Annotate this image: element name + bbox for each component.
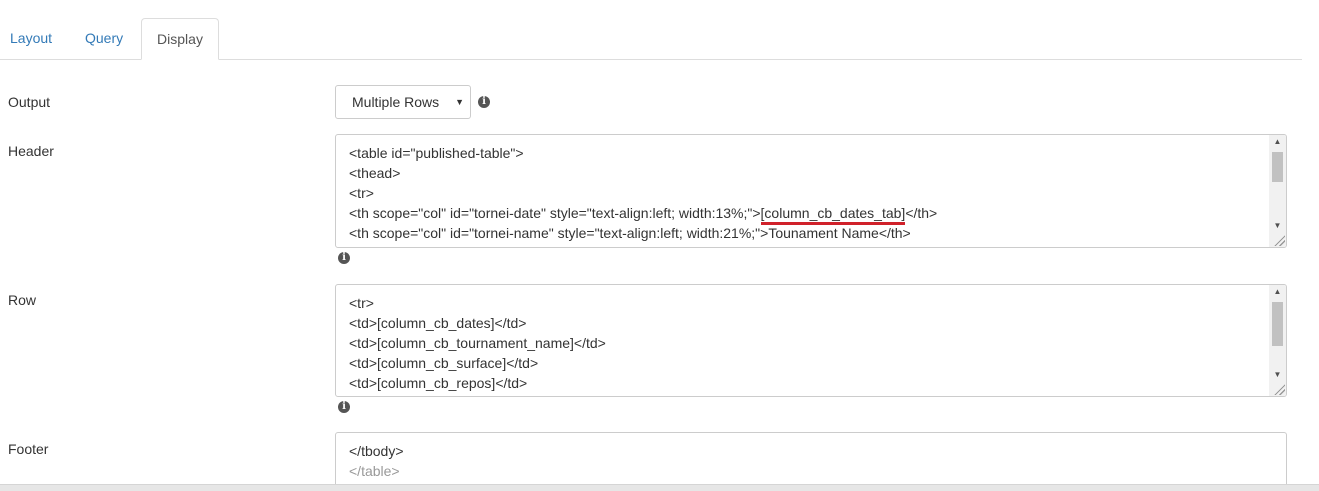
scroll-down-arrow-icon[interactable]: ▼ (1269, 368, 1286, 382)
header-line: <tr> (349, 185, 374, 201)
output-selected-value: Multiple Rows (352, 94, 440, 110)
header-label: Header (8, 143, 54, 159)
header-line: <th scope="col" id="tornei-name" style="… (349, 225, 911, 241)
row-line: <td>[column_cb_repos]</td> (349, 375, 528, 391)
resize-grip-icon[interactable] (1273, 234, 1285, 246)
header-scrollbar[interactable]: ▲ ▼ (1269, 135, 1286, 247)
header-code: <table id="published-table"> <thead> <tr… (349, 143, 1266, 243)
scroll-thumb[interactable] (1272, 152, 1283, 182)
row-code: <tr> <td>[column_cb_dates]</td> <td>[col… (349, 293, 1266, 393)
footer-label: Footer (8, 441, 49, 457)
chevron-down-icon: ▼ (455, 97, 464, 107)
header-textarea[interactable]: <table id="published-table"> <thead> <tr… (335, 134, 1287, 248)
row-line: <tr> (349, 295, 374, 311)
display-settings-page: Layout Query Display Output Multiple Row… (0, 0, 1319, 491)
output-select[interactable]: Multiple Rows ▼ (335, 85, 471, 119)
footer-code: </tbody> </table> (349, 441, 1266, 481)
footer-line: </table> (349, 463, 400, 479)
header-line-suffix: </th> (905, 205, 938, 221)
row-scrollbar[interactable]: ▲ ▼ (1269, 285, 1286, 396)
resize-grip-icon[interactable] (1273, 383, 1285, 395)
header-line: <thead> (349, 165, 401, 181)
scroll-up-arrow-icon[interactable]: ▲ (1269, 135, 1286, 149)
tab-query[interactable]: Query (75, 18, 133, 59)
row-line: <td>[column_cb_dates]</td> (349, 315, 527, 331)
row-textarea[interactable]: <tr> <td>[column_cb_dates]</td> <td>[col… (335, 284, 1287, 397)
scroll-up-arrow-icon[interactable]: ▲ (1269, 285, 1286, 299)
tab-bar: Layout Query Display (0, 0, 1302, 60)
header-line: <table id="published-table"> (349, 145, 524, 161)
info-circle-icon[interactable]: i (478, 96, 490, 108)
bottom-toolbar (0, 484, 1319, 491)
scroll-down-arrow-icon[interactable]: ▼ (1269, 219, 1286, 233)
tab-display[interactable]: Display (141, 18, 219, 60)
highlighted-shortcode: [column_cb_dates_tab] (760, 205, 906, 225)
row-line: <td>[column_cb_tournament_name]</td> (349, 335, 606, 351)
tab-layout[interactable]: Layout (0, 18, 62, 59)
footer-line: </tbody> (349, 443, 404, 459)
row-label: Row (8, 292, 37, 308)
row-line: <td>[column_cb_surface]</td> (349, 355, 539, 371)
header-line: <th scope="col" id="tornei-date" style="… (349, 203, 1266, 225)
info-circle-icon[interactable]: i (338, 252, 350, 264)
info-circle-icon[interactable]: i (338, 401, 350, 413)
footer-textarea[interactable]: </tbody> </table> (335, 432, 1287, 491)
header-line-prefix: <th scope="col" id="tornei-date" style="… (349, 205, 761, 221)
scroll-thumb[interactable] (1272, 302, 1283, 346)
output-label: Output (8, 94, 51, 110)
